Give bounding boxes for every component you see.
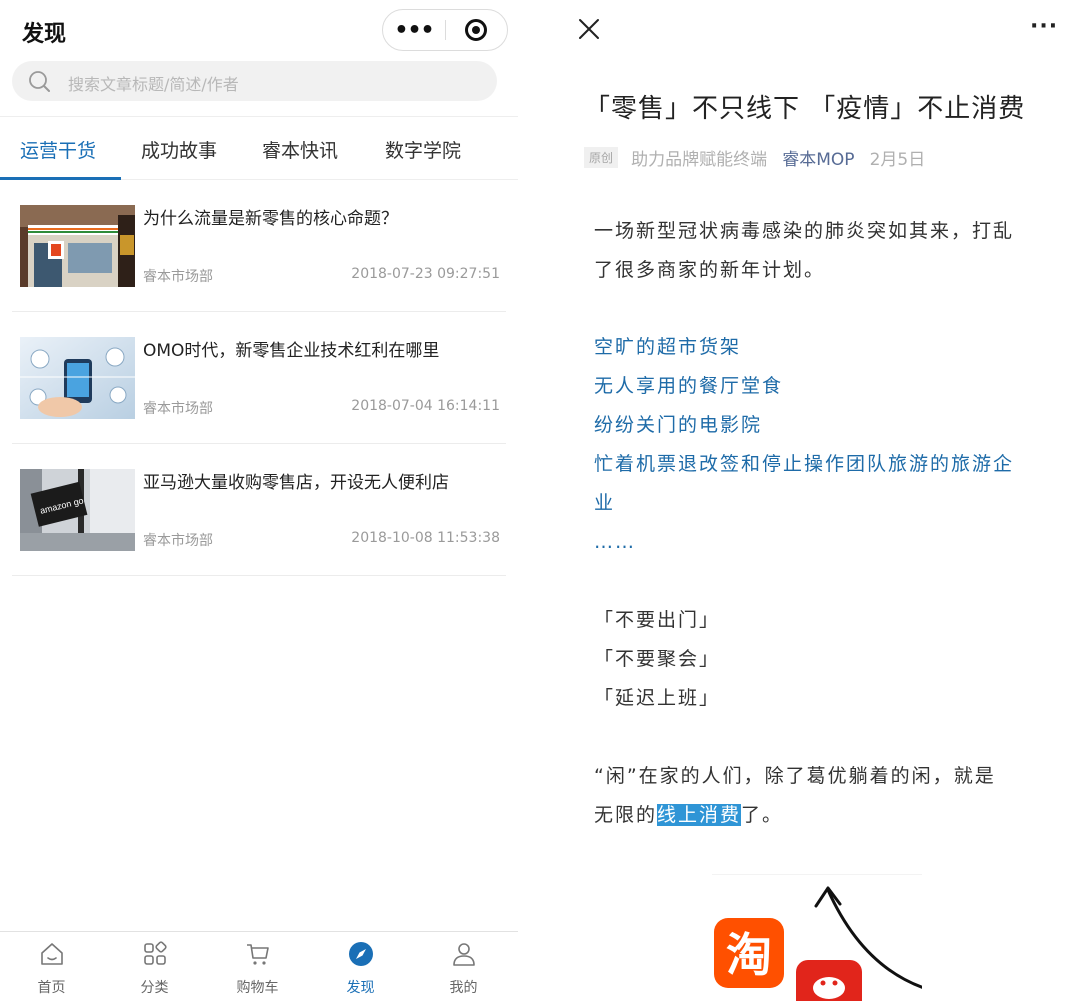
tabbar-label: 分类 (140, 980, 169, 996)
more-dots-icon: ••• (394, 17, 434, 43)
more-options-button[interactable]: ••• (383, 10, 445, 50)
article-thumbnail: amazon go (20, 469, 135, 551)
tabbar-label: 购物车 (236, 980, 279, 996)
compass-icon (349, 942, 373, 966)
taobao-icon-char: 淘 (726, 928, 772, 982)
article-headline: 「零售」不只线下 「疫情」不止消费 (584, 94, 1026, 124)
account-name-link[interactable]: 睿本MOP (782, 145, 854, 170)
article-image: 淘 (712, 876, 922, 1001)
pane-separator (518, 0, 562, 1001)
intro-paragraph: 一场新型冠状病毒感染的肺炎突如其来，打乱 了很多商家的新年计划。 (594, 212, 1054, 290)
list-line: 业 (594, 492, 616, 514)
close-mini-program-icon[interactable] (465, 19, 487, 41)
closing-paragraph: “闲”在家的人们，除了葛优躺着的闲，就是 无限的线上消费了。 (594, 757, 1054, 835)
tab-news[interactable]: 睿本快讯 (262, 136, 338, 163)
article-title: 亚马逊大量收购零售店，开设无人便利店 (143, 473, 449, 493)
article-item[interactable]: amazon go 亚马逊大量收购零售店，开设无人便利店 睿本市场部 2018-… (0, 444, 518, 576)
quote-line: 「不要聚会」 (594, 648, 721, 670)
tabbar-item-cart[interactable]: 购物车 (206, 932, 309, 1001)
search-bar[interactable]: 搜索文章标题/简述/作者 (12, 61, 497, 101)
paragraph-line: 无限的线上消费了。 (594, 796, 1054, 835)
cart-icon (247, 944, 269, 965)
discover-page: 发现 ••• 搜索文章标题/简述/作者 运营干货 成功故事 睿本快讯 数字学院 (0, 0, 518, 1001)
home-icon (41, 943, 63, 965)
article-date: 2018-07-23 09:27:51 (351, 266, 500, 282)
quote-line: 「不要出门」 (594, 609, 721, 631)
category-icon (144, 941, 167, 965)
article-author: 睿本市场部 (143, 533, 213, 549)
tabbar-label: 首页 (37, 980, 66, 996)
article-thumbnail (20, 337, 135, 419)
image-top-edge (712, 874, 922, 875)
article-meta: 原创 助力品牌赋能终端 睿本MOP 2月5日 (584, 145, 926, 170)
article-date: 2018-07-04 16:14:11 (351, 398, 500, 414)
page-title: 发现 (22, 22, 67, 47)
article-item[interactable]: OMO时代，新零售企业技术红利在哪里 睿本市场部 2018-07-04 16:1… (0, 312, 518, 444)
publish-date: 2月5日 (869, 150, 926, 170)
tabbar-item-home[interactable]: 首页 (0, 932, 103, 1001)
list-line: 无人享用的餐厅堂食 (594, 375, 784, 397)
article-title: OMO时代，新零售企业技术红利在哪里 (143, 341, 440, 361)
bottom-tab-bar: 首页 分类 购物车 发现 我的 (0, 931, 518, 1001)
quote-line: 「延迟上班」 (594, 687, 721, 709)
list-line: 空旷的超市货架 (594, 336, 742, 358)
category-tabs: 运营干货 成功故事 睿本快讯 数字学院 (0, 116, 518, 180)
paragraph-line: 了很多商家的新年计划。 (594, 259, 826, 281)
tabbar-label: 我的 (449, 980, 478, 996)
article-date: 2018-10-08 11:53:38 (351, 530, 500, 546)
tab-operations[interactable]: 运营干货 (20, 136, 96, 163)
scene-list: 空旷的超市货架 无人享用的餐厅堂食 纷纷关门的电影院 忙着机票退改签和停止操作团… (594, 328, 1054, 562)
tabbar-item-profile[interactable]: 我的 (412, 932, 515, 1001)
tab-digital-academy[interactable]: 数字学院 (385, 136, 461, 163)
article-detail-page: ··· 「零售」不只线下 「疫情」不止消费 原创 助力品牌赋能终端 睿本MOP … (562, 0, 1080, 1001)
list-line: …… (594, 531, 636, 553)
tabbar-item-discover[interactable]: 发现 (309, 932, 412, 1001)
article-author: 睿本市场部 (143, 401, 213, 417)
paragraph-line: 一场新型冠状病毒感染的肺炎突如其来，打乱 (594, 220, 1015, 242)
list-line: 忙着机票退改签和停止操作团队旅游的旅游企 (594, 453, 1015, 475)
close-icon[interactable] (578, 18, 600, 40)
list-line: 纷纷关门的电影院 (594, 414, 763, 436)
search-icon (29, 71, 50, 92)
list-divider (12, 575, 506, 576)
article-author: 睿本市场部 (143, 269, 213, 285)
tabbar-item-category[interactable]: 分类 (103, 932, 206, 1001)
more-options-icon[interactable]: ··· (1030, 14, 1058, 39)
search-input[interactable]: 搜索文章标题/简述/作者 (68, 71, 239, 95)
article-thumbnail (20, 205, 135, 287)
capsule-divider (445, 20, 446, 40)
original-badge: 原创 (584, 147, 619, 168)
user-icon (453, 943, 475, 966)
text-segment: 了。 (741, 804, 784, 826)
text-segment: 无限的 (594, 804, 658, 826)
tabbar-label: 发现 (346, 980, 375, 996)
article-source: 助力品牌赋能终端 (631, 150, 768, 170)
quote-list: 「不要出门」 「不要聚会」 「延迟上班」 (594, 601, 1054, 718)
tab-success-stories[interactable]: 成功故事 (141, 136, 217, 163)
mini-program-capsule: ••• (382, 9, 508, 51)
paragraph-line: “闲”在家的人们，除了葛优躺着的闲，就是 (594, 765, 996, 787)
nav-bar: 发现 ••• (0, 0, 518, 60)
highlighted-text[interactable]: 线上消费 (657, 804, 742, 826)
article-title: 为什么流量是新零售的核心命题？ (143, 209, 398, 229)
article-item[interactable]: 为什么流量是新零售的核心命题？ 睿本市场部 2018-07-23 09:27:5… (0, 180, 518, 312)
